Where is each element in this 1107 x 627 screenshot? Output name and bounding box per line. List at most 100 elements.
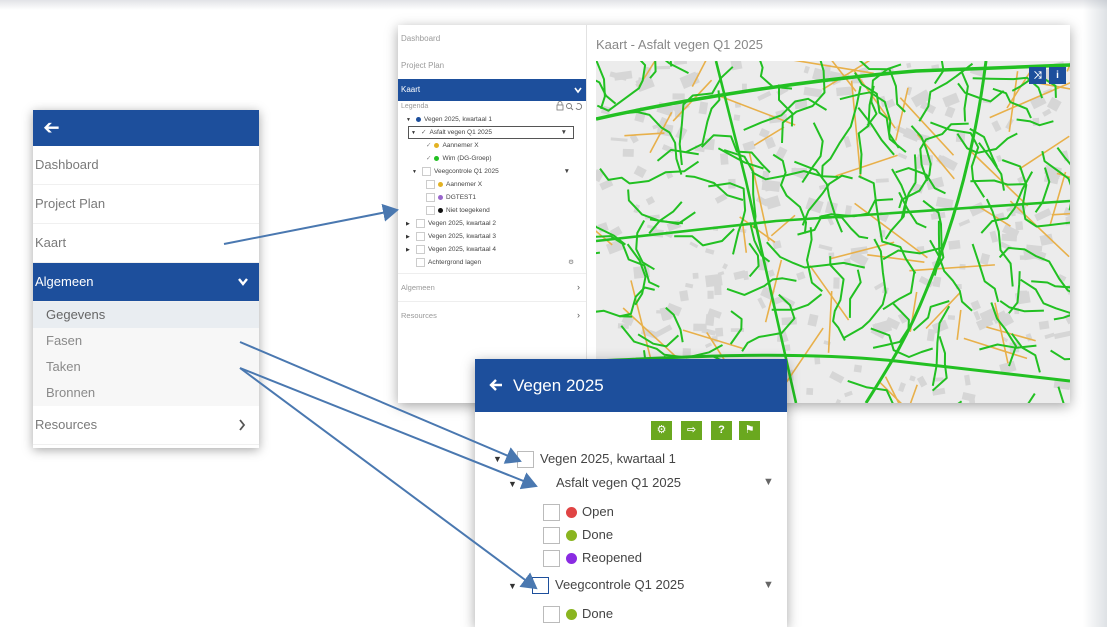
expand-icon[interactable]: ▼	[508, 479, 517, 489]
settings-button[interactable]: ⚙	[651, 421, 672, 440]
checkbox[interactable]	[426, 179, 435, 189]
legend-label: Legenda	[401, 103, 429, 110]
page-title: Kaart - Asfalt vegen Q1 2025	[596, 37, 763, 52]
status-dot	[434, 142, 440, 148]
sidebar-label: Algemeen	[401, 283, 435, 292]
tree-label: Vegen 2025, kwartaal 1	[424, 116, 492, 123]
tree-row-asfalt[interactable]: Asfalt vegen Q1 2025	[533, 475, 681, 493]
checkbox[interactable]	[543, 606, 560, 624]
expand-icon[interactable]: ▼	[493, 454, 502, 464]
tree-row-k3[interactable]: ▶ Vegen 2025, kwartaal 3	[406, 230, 586, 243]
sidebar-section-algemeen[interactable]: Algemeen ›	[398, 273, 586, 301]
checkbox[interactable]	[426, 192, 435, 202]
checkbox[interactable]	[543, 550, 560, 568]
tree-label: Veegcontrole Q1 2025	[434, 168, 499, 175]
tree-row-done-2[interactable]: Done	[543, 606, 614, 624]
tree-row-k1[interactable]: ▼ Vegen 2025, kwartaal 1	[406, 113, 586, 126]
shuffle-icon: ⤨	[1033, 70, 1042, 81]
status-dot	[566, 530, 577, 542]
sidebar-item-project-plan[interactable]: Project Plan	[398, 52, 586, 79]
tree-row-dgtest[interactable]: DGTEST1	[406, 191, 586, 204]
subnav-item-gegevens[interactable]: Gegevens	[33, 302, 259, 328]
tree-label: Vegen 2025, kwartaal 2	[428, 220, 496, 227]
status-dot	[566, 609, 577, 621]
tree-label: Done	[582, 527, 614, 542]
chevron-right-icon: ›	[577, 310, 580, 320]
sidebar-item-dashboard[interactable]: Dashboard	[398, 25, 586, 52]
filter-icon[interactable]: ▼	[763, 476, 774, 488]
nav-label: Algemeen	[35, 274, 94, 289]
tree-row-k4[interactable]: ▶ Vegen 2025, kwartaal 4	[406, 243, 586, 256]
nav-label: Dashboard	[35, 157, 99, 172]
tree-row-veegcontrole[interactable]: Veegcontrole Q1 2025	[532, 577, 684, 595]
subnav-item-bronnen[interactable]: Bronnen	[33, 380, 259, 406]
checkbox[interactable]	[422, 166, 431, 176]
tree-row-k2[interactable]: ▶ Vegen 2025, kwartaal 2	[406, 217, 586, 230]
subnav-label: Taken	[46, 359, 81, 374]
canvas-right-shadow	[1083, 0, 1107, 627]
nav-item-kaart[interactable]: Kaart	[33, 224, 259, 263]
nav-item-resources[interactable]: Resources	[33, 406, 259, 445]
subnav-label: Gegevens	[46, 307, 106, 322]
status-dot	[566, 507, 577, 519]
map-window: Dashboard Project Plan Kaart Legenda ▼ Ve…	[398, 25, 1070, 403]
export-icon: ⇨	[686, 424, 697, 436]
tree-row-done[interactable]: Done	[543, 527, 614, 545]
tree-label: Aannemer X	[442, 142, 479, 149]
window-sidebar: Dashboard Project Plan Kaart Legenda ▼ Ve…	[398, 25, 587, 403]
checkbox[interactable]	[426, 205, 435, 215]
checkbox[interactable]	[416, 257, 425, 267]
tree-label: Done	[582, 606, 614, 621]
tree-row-niet[interactable]: Niet toegekend	[406, 204, 586, 217]
tree-row-veegcontrole[interactable]: ▼ Veegcontrole Q1 2025 ▼	[406, 165, 586, 178]
arrow-left-icon: ➔	[43, 117, 60, 139]
sidebar-section-resources[interactable]: Resources ›	[398, 301, 586, 329]
checkbox[interactable]	[543, 527, 560, 545]
nav-item-dashboard[interactable]: Dashboard	[33, 146, 259, 185]
tree-row-wim[interactable]: ✓ Wim (DG-Groep)	[406, 152, 586, 165]
sidebar-label: Kaart	[401, 85, 421, 94]
tree-row-open[interactable]: Open	[543, 504, 614, 522]
checkbox[interactable]	[532, 577, 549, 595]
gear-icon: ⚙	[656, 424, 667, 436]
export-button[interactable]: ⇨	[681, 421, 702, 440]
shuffle-button[interactable]: ⤨	[1029, 67, 1046, 84]
gear-icon[interactable]: ⚙	[568, 256, 574, 269]
pin-button[interactable]: ⚑	[739, 421, 760, 440]
tree-label: Niet toegekend	[446, 207, 490, 214]
checkbox[interactable]	[416, 244, 425, 254]
nav-group-algemeen[interactable]: Algemeen	[33, 263, 259, 302]
tree-label: DGTEST1	[446, 194, 476, 201]
subnav-label: Fasen	[46, 333, 83, 348]
back-arrow-icon[interactable]	[489, 359, 503, 412]
tree-label: Vegen 2025, kwartaal 4	[428, 246, 496, 253]
filter-icon[interactable]: ▼	[564, 165, 570, 178]
tree-label: Open	[582, 504, 614, 519]
nav-label: Kaart	[35, 235, 67, 250]
layer-panel: Vegen 2025 ⚙ ⇨ ? ⚑ ▼ Vegen 2025, kwartaa…	[475, 359, 787, 627]
subnav-label: Bronnen	[46, 385, 96, 400]
tree-row-aannemer[interactable]: ✓ Aannemer X	[406, 139, 586, 152]
help-button[interactable]: ?	[711, 421, 732, 440]
checkbox[interactable]	[416, 218, 425, 228]
checkbox[interactable]	[517, 451, 534, 469]
subnav-item-taken[interactable]: Taken	[33, 354, 259, 380]
tree-label: Vegen 2025, kwartaal 3	[428, 233, 496, 240]
tree-row-asfalt[interactable]: ▼ ✓ Asfalt vegen Q1 2025 ▼	[408, 126, 574, 139]
checkbox[interactable]	[543, 504, 560, 522]
filter-icon[interactable]: ▼	[763, 579, 774, 591]
filter-icon[interactable]: ▼	[561, 127, 567, 138]
sidebar-item-kaart[interactable]: Kaart	[398, 79, 586, 101]
subnav-item-fasen[interactable]: Fasen	[33, 328, 259, 354]
expand-icon[interactable]: ▼	[508, 581, 517, 591]
nav-item-project-plan[interactable]: Project Plan	[33, 185, 259, 224]
map-view[interactable]: ⤨ i	[596, 61, 1070, 403]
checkbox[interactable]	[416, 231, 425, 241]
tree-row-reopened[interactable]: Reopened	[543, 550, 642, 568]
info-button[interactable]: i	[1049, 67, 1066, 84]
back-button[interactable]: ➔	[33, 110, 259, 146]
tree-row-aannemer-2[interactable]: Aannemer X	[406, 178, 586, 191]
tree-row-achtergrond[interactable]: Achtergrond lagen ⚙	[406, 256, 586, 269]
tree-row-k1[interactable]: Vegen 2025, kwartaal 1	[517, 451, 676, 469]
checkbox[interactable]	[533, 475, 550, 493]
